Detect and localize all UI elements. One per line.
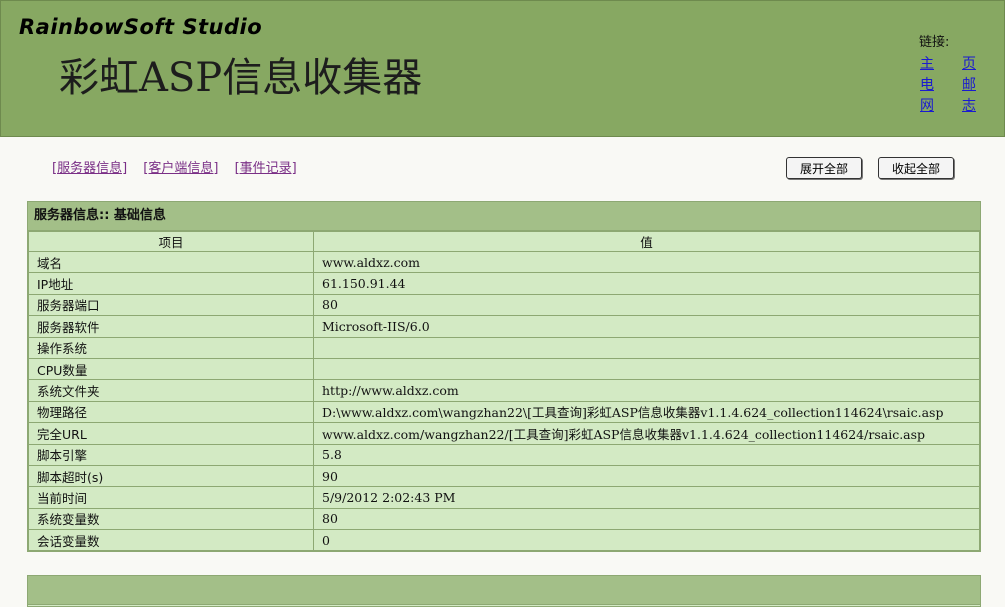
row-value <box>313 336 980 359</box>
blog-link-char-2: 志 <box>962 98 976 114</box>
row-value: Microsoft-IIS/6.0 <box>313 315 980 338</box>
row-key: 操作系统 <box>28 336 314 359</box>
section-nav: [服务器信息] [客户端信息] [事件记录] <box>52 157 309 176</box>
row-value: 90 <box>313 464 980 488</box>
row-key: CPU数量 <box>28 357 314 381</box>
home-link[interactable]: 主页 <box>920 53 976 73</box>
row-key: 脚本超时(s) <box>28 464 314 488</box>
row-value: D:\www.aldxz.com\wangzhan22\[工具查询]彩虹ASP信… <box>313 400 980 424</box>
row-key: 系统文件夹 <box>28 379 314 402</box>
table-row: 系统变量数 80 <box>28 507 980 531</box>
row-key: 会话变量数 <box>28 529 314 552</box>
row-key: IP地址 <box>28 272 314 295</box>
row-key: 物理路径 <box>28 400 314 424</box>
table-row: 当前时间 5/9/2012 2:02:43 PM <box>28 486 980 509</box>
server-basic-info-panel: 服务器信息:: 基础信息 项目 值 域名 www.aldxz.com IP地址 61.… <box>27 201 981 552</box>
nav-server-info[interactable]: [服务器信息] <box>52 161 127 176</box>
nav-client-info[interactable]: [客户端信息] <box>143 161 218 176</box>
panel-title[interactable]: 服务器信息:: 基础信息 <box>28 202 980 231</box>
row-value: 61.150.91.44 <box>313 272 980 295</box>
row-key: 系统变量数 <box>28 507 314 531</box>
row-key: 完全URL <box>28 422 314 445</box>
info-table: 项目 值 域名 www.aldxz.com IP地址 61.150.91.44 服务器端… <box>28 231 980 552</box>
row-value: 5/9/2012 2:02:43 PM <box>313 486 980 509</box>
row-key: 服务器端口 <box>28 293 314 317</box>
table-row: 完全URL www.aldxz.com/wangzhan22/[工具查询]彩虹AS… <box>28 422 980 445</box>
table-row: 物理路径 D:\www.aldxz.com\wangzhan22\[工具查询]彩虹… <box>28 400 980 424</box>
brand-name: RainbowSoft Studio <box>19 15 263 39</box>
nav-event-log[interactable]: [事件记录] <box>235 161 297 176</box>
table-row: 系统文件夹 http://www.aldxz.com <box>28 379 980 402</box>
row-value <box>313 357 980 381</box>
email-link[interactable]: 电邮 <box>920 74 976 94</box>
table-row: 操作系统 <box>28 336 980 359</box>
home-link-char-1: 主 <box>920 56 934 72</box>
app-title: 彩虹ASP信息收集器 <box>59 55 423 101</box>
table-row: 会话变量数 0 <box>28 529 980 552</box>
row-value: 80 <box>313 293 980 317</box>
row-key: 脚本引擎 <box>28 443 314 466</box>
table-row: 脚本超时(s) 90 <box>28 464 980 488</box>
server-detail-info-panel <box>27 575 981 607</box>
row-value: www.aldxz.com/wangzhan22/[工具查询]彩虹ASP信息收集… <box>313 422 980 445</box>
second-panel-title[interactable] <box>28 576 980 605</box>
row-value: http://www.aldxz.com <box>313 379 980 402</box>
expand-all-button[interactable]: 展开全部 <box>786 157 862 179</box>
links-label: 链接: <box>919 35 950 50</box>
column-header-value: 值 <box>313 231 980 252</box>
column-header-item: 项目 <box>28 231 314 252</box>
blog-link[interactable]: 网志 <box>920 95 976 115</box>
collapse-all-button[interactable]: 收起全部 <box>878 157 954 179</box>
page-header: RainbowSoft Studio 彩虹ASP信息收集器 链接: 主页 电邮 … <box>0 0 1005 137</box>
row-key: 域名 <box>28 250 314 274</box>
table-row: CPU数量 <box>28 357 980 381</box>
blog-link-char-1: 网 <box>920 98 934 114</box>
table-row: 域名 www.aldxz.com <box>28 250 980 274</box>
row-key: 当前时间 <box>28 486 314 509</box>
table-header-row: 项目 值 <box>28 231 980 252</box>
row-value: www.aldxz.com <box>313 250 980 274</box>
row-value: 5.8 <box>313 443 980 466</box>
table-row: 服务器端口 80 <box>28 293 980 317</box>
table-row: 服务器软件 Microsoft-IIS/6.0 <box>28 315 980 338</box>
email-link-char-1: 电 <box>920 77 934 93</box>
email-link-char-2: 邮 <box>962 77 976 93</box>
home-link-char-2: 页 <box>962 56 976 72</box>
table-row: 脚本引擎 5.8 <box>28 443 980 466</box>
table-row: IP地址 61.150.91.44 <box>28 272 980 295</box>
row-value: 0 <box>313 529 980 552</box>
row-key: 服务器软件 <box>28 315 314 338</box>
row-value: 80 <box>313 507 980 531</box>
